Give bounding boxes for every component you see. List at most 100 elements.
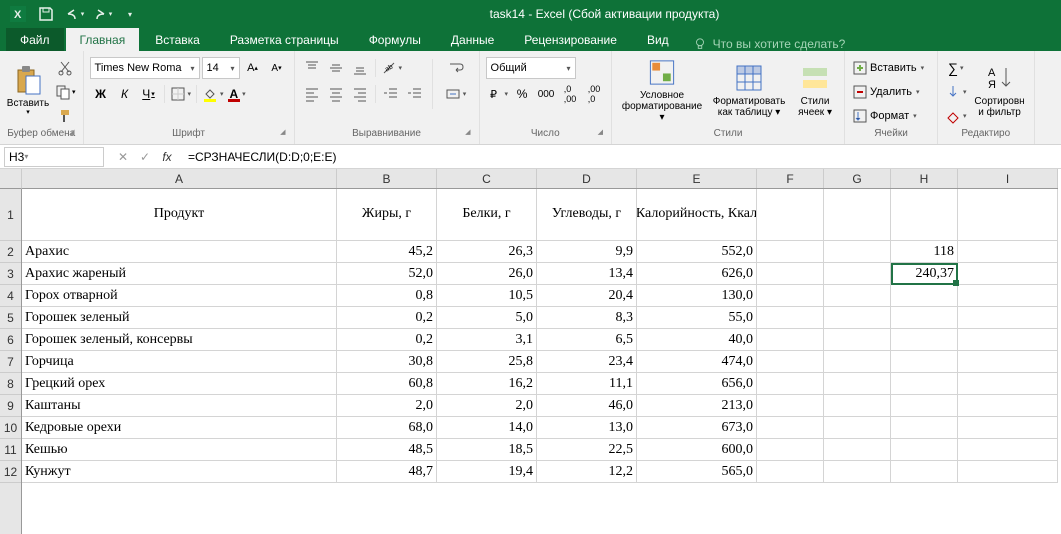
cell[interactable] <box>891 285 958 307</box>
cell[interactable] <box>757 307 824 329</box>
cell[interactable] <box>891 351 958 373</box>
font-name-combo[interactable]: Times New Roma <box>90 57 200 79</box>
formula-input[interactable]: =СРЗНАЧЕСЛИ(D:D;0;E:E) <box>182 150 1061 164</box>
tab-layout[interactable]: Разметка страницы <box>216 28 353 51</box>
currency-button[interactable]: ₽ <box>486 83 510 105</box>
col-header-E[interactable]: E <box>637 169 757 188</box>
name-box[interactable]: H3 <box>4 147 104 167</box>
row-header[interactable]: 1 <box>0 189 21 241</box>
row-header[interactable]: 8 <box>0 373 21 395</box>
cell[interactable]: 8,3 <box>537 307 637 329</box>
cell[interactable] <box>958 439 1058 461</box>
align-middle-button[interactable] <box>325 57 347 79</box>
row-header[interactable]: 12 <box>0 461 21 483</box>
cell[interactable] <box>958 189 1058 241</box>
autosum-button[interactable]: ∑ <box>945 57 967 79</box>
cell[interactable]: 240,37 <box>891 263 958 285</box>
tab-formulas[interactable]: Формулы <box>355 28 435 51</box>
cell[interactable]: 0,2 <box>337 307 437 329</box>
cell[interactable] <box>824 373 891 395</box>
cell[interactable] <box>958 285 1058 307</box>
cell[interactable] <box>757 395 824 417</box>
shrink-font-button[interactable]: A▾ <box>266 57 288 79</box>
underline-button[interactable]: Ч▾ <box>138 83 160 105</box>
fill-color-button[interactable] <box>201 83 225 105</box>
format-as-table-button[interactable]: Форматировать как таблицу ▾ <box>710 57 788 123</box>
cell[interactable]: 0,8 <box>337 285 437 307</box>
comma-button[interactable]: 000 <box>535 83 557 105</box>
font-size-combo[interactable]: 14 <box>202 57 240 79</box>
cell[interactable]: Калорийность, Ккал <box>637 189 757 241</box>
col-header-C[interactable]: C <box>437 169 537 188</box>
cell[interactable]: Грецкий орех <box>22 373 337 395</box>
cell[interactable]: 213,0 <box>637 395 757 417</box>
cell[interactable]: 18,5 <box>437 439 537 461</box>
cell[interactable] <box>757 285 824 307</box>
col-header-I[interactable]: I <box>958 169 1058 188</box>
row-header[interactable]: 11 <box>0 439 21 461</box>
number-format-combo[interactable]: Общий <box>486 57 576 79</box>
align-center-button[interactable] <box>325 83 347 105</box>
italic-button[interactable]: К <box>114 83 136 105</box>
cell[interactable] <box>958 241 1058 263</box>
cell[interactable]: Углеводы, г <box>537 189 637 241</box>
increase-decimal-button[interactable]: ,0,00 <box>559 83 581 105</box>
cell[interactable] <box>891 461 958 483</box>
cell[interactable]: 22,5 <box>537 439 637 461</box>
cell[interactable] <box>824 189 891 241</box>
enter-icon[interactable]: ✓ <box>136 148 154 166</box>
row-header[interactable]: 3 <box>0 263 21 285</box>
font-color-button[interactable]: A <box>227 83 249 105</box>
paste-button[interactable]: Вставить ▾ <box>6 57 50 123</box>
cell[interactable]: Горошек зеленый, консервы <box>22 329 337 351</box>
cell[interactable] <box>824 439 891 461</box>
cell[interactable] <box>824 351 891 373</box>
row-header[interactable]: 2 <box>0 241 21 263</box>
align-top-button[interactable] <box>301 57 323 79</box>
cell[interactable] <box>891 307 958 329</box>
cell[interactable]: 40,0 <box>637 329 757 351</box>
cell[interactable]: 2,0 <box>337 395 437 417</box>
cell[interactable]: 626,0 <box>637 263 757 285</box>
row-header[interactable]: 6 <box>0 329 21 351</box>
cell[interactable]: 600,0 <box>637 439 757 461</box>
tab-review[interactable]: Рецензирование <box>510 28 631 51</box>
col-header-H[interactable]: H <box>891 169 958 188</box>
row-header[interactable]: 7 <box>0 351 21 373</box>
cell[interactable]: 13,0 <box>537 417 637 439</box>
cell[interactable] <box>757 417 824 439</box>
cell[interactable]: Горчица <box>22 351 337 373</box>
cell[interactable] <box>891 395 958 417</box>
cell[interactable]: 13,4 <box>537 263 637 285</box>
cell[interactable]: 45,2 <box>337 241 437 263</box>
cell[interactable]: 0,2 <box>337 329 437 351</box>
cell[interactable]: 26,3 <box>437 241 537 263</box>
cell[interactable]: Арахис <box>22 241 337 263</box>
cell[interactable] <box>891 417 958 439</box>
cell[interactable] <box>958 263 1058 285</box>
cell[interactable] <box>824 329 891 351</box>
cells-area[interactable]: Продукт Жиры, г Белки, г Углеводы, г Кал… <box>22 189 1058 534</box>
cell[interactable] <box>958 461 1058 483</box>
align-left-button[interactable] <box>301 83 323 105</box>
cell[interactable] <box>757 329 824 351</box>
cell[interactable]: Арахис жареный <box>22 263 337 285</box>
fx-icon[interactable]: fx <box>158 148 176 166</box>
cell[interactable]: 5,0 <box>437 307 537 329</box>
save-icon[interactable] <box>34 3 58 25</box>
cell[interactable] <box>958 395 1058 417</box>
undo-icon[interactable]: ▾ <box>62 3 86 25</box>
cell[interactable]: Кешью <box>22 439 337 461</box>
cell[interactable] <box>824 461 891 483</box>
cell[interactable] <box>757 351 824 373</box>
cell[interactable] <box>824 241 891 263</box>
cell[interactable] <box>824 307 891 329</box>
cell[interactable] <box>757 189 824 241</box>
cell[interactable]: 23,4 <box>537 351 637 373</box>
cell[interactable]: 565,0 <box>637 461 757 483</box>
cell[interactable]: 25,8 <box>437 351 537 373</box>
conditional-formatting-button[interactable]: Условное форматирование ▾ <box>618 57 706 123</box>
cell[interactable]: 6,5 <box>537 329 637 351</box>
cell[interactable] <box>824 395 891 417</box>
cell[interactable]: Белки, г <box>437 189 537 241</box>
